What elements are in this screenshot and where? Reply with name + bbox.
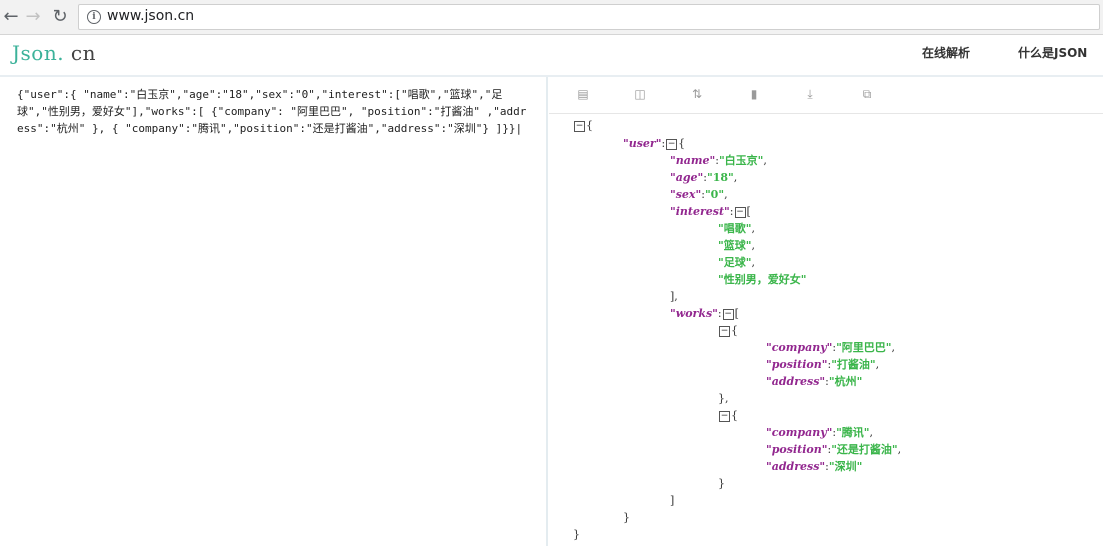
- collapse-toggle-interest[interactable]: −: [734, 206, 746, 218]
- sort-icon[interactable]: ⇅: [689, 86, 705, 102]
- tree-line-work1-address: "address":"杭州": [766, 375, 863, 388]
- tree-line-work1-open: −{: [719, 324, 738, 337]
- excel-icon[interactable]: ◫: [632, 86, 648, 102]
- reload-icon[interactable]: ↻: [49, 6, 71, 28]
- download-icon[interactable]: ⤓: [802, 86, 818, 102]
- tree-line-work2-address: "address":"深圳": [766, 460, 863, 473]
- site-logo[interactable]: Json. cn: [12, 41, 96, 65]
- logo-suffix: cn: [64, 41, 97, 65]
- collapse-toggle-root[interactable]: −: [574, 120, 585, 132]
- tree-line-interest-item: "篮球",: [718, 239, 755, 252]
- tree-line-sex: "sex":"0",: [670, 188, 728, 201]
- tree-line-work1-company: "company":"阿里巴巴",: [766, 341, 896, 354]
- json-tree-viewer: ▤ ◫ ⇅ ▮ ⤓ ⧉ −{ "user": −{ "name":"白玉京", "…: [549, 77, 1103, 546]
- logo-main: Json.: [12, 41, 65, 65]
- trash-icon[interactable]: ▮: [746, 86, 762, 102]
- tree-line-work2-position: "position":"还是打酱油",: [766, 443, 902, 456]
- tree-line-user-close: }: [623, 511, 630, 524]
- tree-line-interest: "interest": −[: [670, 205, 751, 218]
- collapse-toggle-work1[interactable]: −: [719, 325, 730, 337]
- address-bar[interactable]: i www.json.cn: [78, 4, 1100, 30]
- site-header: Json. cn 在线解析 什么是JSON: [0, 35, 1103, 77]
- arrow-right-icon[interactable]: →: [22, 6, 44, 28]
- tree-line-name: "name":"白玉京",: [670, 154, 767, 167]
- copy-icon[interactable]: ⧉: [859, 86, 875, 102]
- collapse-toggle-works[interactable]: −: [722, 308, 734, 320]
- tree-line-age: "age":"18",: [670, 171, 738, 184]
- tree-line-work1-close: },: [718, 392, 729, 405]
- raw-json-text[interactable]: {"user":{ "name":"白玉京","age":"18","sex":…: [17, 86, 529, 137]
- browser-toolbar: ← → ↻ i www.json.cn: [0, 0, 1103, 35]
- tree-line-work2-close: }: [718, 477, 725, 490]
- nav-online-parse[interactable]: 在线解析: [922, 44, 970, 61]
- tree-line-works: "works": −[: [670, 307, 739, 320]
- tree-line-interest-item: "足球",: [718, 256, 755, 269]
- url-text: www.json.cn: [107, 8, 195, 24]
- collapse-toggle-user[interactable]: −: [666, 138, 678, 150]
- tree-line-user: "user": −{: [623, 137, 686, 150]
- tree-line-interest-item: "唱歌",: [718, 222, 755, 235]
- json-input-editor[interactable]: {"user":{ "name":"白玉京","age":"18","sex":…: [0, 77, 548, 546]
- tree-line-work2-open: −{: [719, 409, 738, 422]
- info-icon[interactable]: i: [87, 10, 101, 24]
- viewer-toolbar: ▤ ◫ ⇅ ▮ ⤓ ⧉: [549, 77, 1103, 114]
- arrow-left-icon[interactable]: ←: [0, 6, 22, 28]
- tree-line-root-close: }: [573, 528, 580, 541]
- collapse-toggle-work2[interactable]: −: [719, 410, 730, 422]
- nav-what-is-json[interactable]: 什么是JSON: [1018, 44, 1087, 61]
- tree-line-interest-close: ],: [670, 290, 678, 303]
- tree-line-root: −{: [574, 119, 593, 132]
- tree-line-interest-item: "性别男，爱好女": [718, 273, 807, 286]
- tree-line-works-close: ]: [670, 494, 675, 507]
- tree-line-work2-company: "company":"腾讯",: [766, 426, 874, 439]
- database-icon[interactable]: ▤: [575, 86, 591, 102]
- tree-line-work1-position: "position":"打酱油",: [766, 358, 880, 371]
